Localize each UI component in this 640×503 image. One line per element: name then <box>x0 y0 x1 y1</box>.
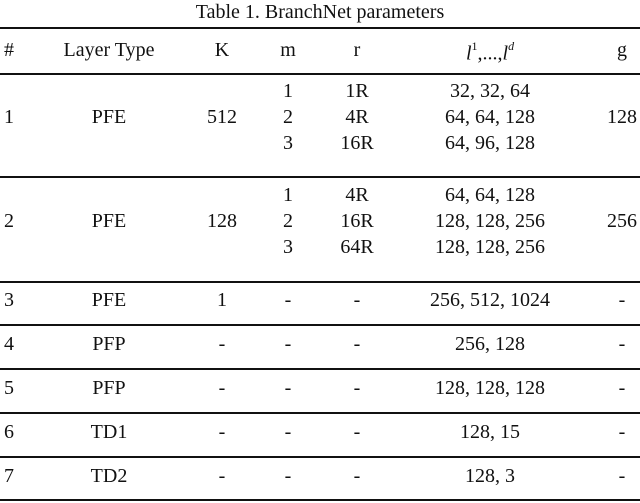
rule-row2 <box>0 281 640 283</box>
cell-m: - <box>284 377 292 399</box>
cell-g: - <box>618 289 626 311</box>
cell-K: 512 <box>207 106 237 128</box>
cell-r: 4R <box>345 106 369 128</box>
cell-layer-type: TD1 <box>90 421 128 443</box>
cell-m: - <box>284 421 292 443</box>
cell-K: - <box>218 377 226 399</box>
cell-g: - <box>618 421 626 443</box>
cell-layer-sizes: 64, 64, 128 <box>445 106 535 128</box>
rule-row3 <box>0 324 640 326</box>
cell-layer-sizes: 256, 128 <box>455 333 525 355</box>
l-symbol: l <box>465 42 472 65</box>
cell-K: - <box>218 421 226 443</box>
cell-layer-type: PFE <box>91 289 127 311</box>
header-r: r <box>353 39 361 61</box>
l-separator: ,..., <box>477 42 503 65</box>
header-layer-sizes: l1,...,ld <box>466 37 514 65</box>
cell-r: 4R <box>345 184 369 206</box>
cell-g: 128 <box>607 106 637 128</box>
l-sup-last: d <box>508 39 515 53</box>
cell-layer-sizes: 128, 3 <box>465 465 515 487</box>
cell-m: 3 <box>283 132 293 154</box>
cell-m: 2 <box>283 106 293 128</box>
cell-g: 256 <box>607 210 637 232</box>
cell-m: - <box>284 333 292 355</box>
cell-layer-sizes: 128, 15 <box>460 421 520 443</box>
cell-layer-type: PFP <box>92 333 126 355</box>
cell-K: - <box>218 333 226 355</box>
cell-m: 2 <box>283 210 293 232</box>
cell-m: 3 <box>283 236 293 258</box>
cell-g: - <box>618 333 626 355</box>
cell-m: 1 <box>283 80 293 102</box>
cell-K: 1 <box>217 289 227 311</box>
cell-num: 3 <box>4 289 14 311</box>
cell-layer-sizes: 64, 96, 128 <box>445 132 535 154</box>
cell-m: - <box>284 289 292 311</box>
cell-layer-sizes: 32, 32, 64 <box>450 80 530 102</box>
cell-g: - <box>618 465 626 487</box>
cell-m: - <box>284 465 292 487</box>
rule-row6 <box>0 456 640 458</box>
header-num: # <box>4 39 14 61</box>
cell-num: 7 <box>4 465 14 487</box>
l-sup-first: 1 <box>471 39 478 53</box>
cell-r: 1R <box>345 80 369 102</box>
cell-num: 2 <box>4 210 14 232</box>
cell-num: 5 <box>4 377 14 399</box>
cell-layer-type: TD2 <box>90 465 128 487</box>
cell-r: - <box>353 421 361 443</box>
header-g: g <box>617 39 627 61</box>
rule-row1 <box>0 176 640 178</box>
rule-bottom <box>0 499 640 501</box>
cell-layer-type: PFE <box>91 106 127 128</box>
cell-m: 1 <box>283 184 293 206</box>
cell-K: 128 <box>207 210 237 232</box>
cell-layer-sizes: 256, 512, 1024 <box>430 289 550 311</box>
cell-r: - <box>353 289 361 311</box>
cell-g: - <box>618 377 626 399</box>
cell-K: - <box>218 465 226 487</box>
cell-r: - <box>353 333 361 355</box>
cell-layer-sizes: 128, 128, 128 <box>435 377 545 399</box>
header-K: K <box>214 39 230 61</box>
rule-row4 <box>0 368 640 370</box>
cell-r: - <box>353 465 361 487</box>
cell-r: 16R <box>340 132 374 154</box>
table-caption: Table 1. BranchNet parameters <box>195 1 445 23</box>
cell-layer-sizes: 128, 128, 256 <box>435 210 545 232</box>
header-m: m <box>280 39 296 61</box>
rule-header <box>0 73 640 75</box>
cell-r: 64R <box>340 236 374 258</box>
cell-num: 1 <box>4 106 14 128</box>
header-layer-type: Layer Type <box>63 39 155 61</box>
rule-row5 <box>0 412 640 414</box>
cell-num: 4 <box>4 333 14 355</box>
cell-r: - <box>353 377 361 399</box>
cell-layer-type: PFE <box>91 210 127 232</box>
cell-r: 16R <box>340 210 374 232</box>
cell-num: 6 <box>4 421 14 443</box>
cell-layer-type: PFP <box>92 377 126 399</box>
cell-layer-sizes: 128, 128, 256 <box>435 236 545 258</box>
rule-top <box>0 27 640 29</box>
cell-layer-sizes: 64, 64, 128 <box>445 184 535 206</box>
